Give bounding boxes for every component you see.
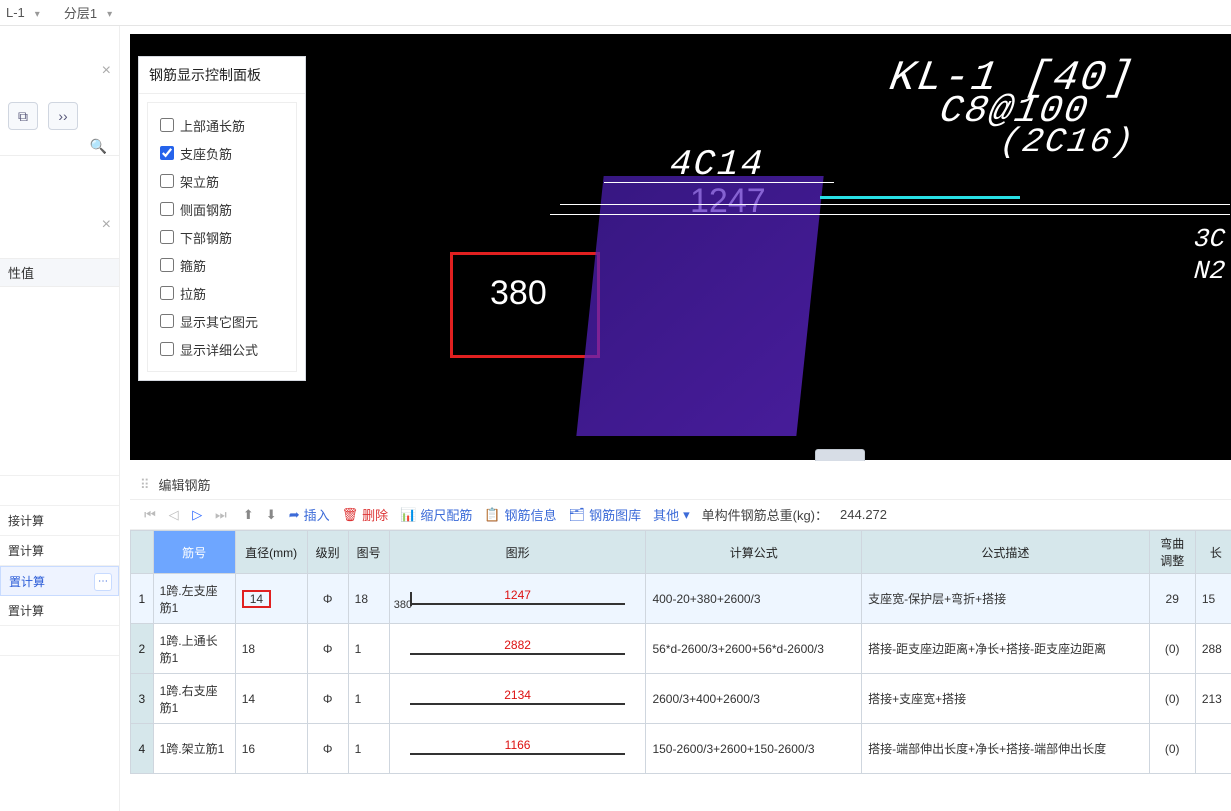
checkbox-label: 箍筋: [180, 256, 206, 275]
list-item[interactable]: 置计算: [0, 596, 119, 626]
close-icon[interactable]: ×: [102, 62, 111, 80]
list-item[interactable]: 接计算: [0, 506, 119, 536]
more-button[interactable]: ››: [48, 102, 78, 130]
checkbox-input[interactable]: [160, 118, 174, 132]
ellipsis-button[interactable]: ⋯: [94, 573, 112, 591]
table-header[interactable]: 公式描述: [862, 531, 1150, 574]
bottom-toolbar: ⏮ ◁ ▷ ⏭ ⬆ ⬇ ➦ 插入 🗑 删除 📊 缩尺配筋 📋 钢筋信息 🗂 钢筋…: [130, 500, 1231, 530]
rebar-filter-checkbox[interactable]: 显示其它图元: [160, 307, 284, 335]
checkbox-label: 架立筋: [180, 172, 219, 191]
checkbox-label: 侧面钢筋: [180, 200, 232, 219]
weight-label: 单构件钢筋总重(kg)：: [702, 505, 828, 524]
bottom-editor: ⠿ 编辑钢筋 ⏮ ◁ ▷ ⏭ ⬆ ⬇ ➦ 插入 🗑 删除 📊 缩尺配筋 📋 钢筋…: [130, 470, 1231, 811]
rebar-display-panel: 钢筋显示控制面板 上部通长筋支座负筋架立筋侧面钢筋下部钢筋箍筋拉筋显示其它图元显…: [138, 56, 306, 381]
panel-title: 钢筋显示控制面板: [139, 57, 305, 94]
rebar-filter-checkbox[interactable]: 拉筋: [160, 279, 284, 307]
layout-icon-button[interactable]: ⧉: [8, 102, 38, 130]
table-header[interactable]: 长: [1195, 531, 1231, 574]
last-icon[interactable]: ⏭: [211, 507, 231, 523]
checkbox-input[interactable]: [160, 314, 174, 328]
checkbox-label: 拉筋: [180, 284, 206, 303]
rebar-table: 筋号直径(mm)级别图号图形计算公式公式描述弯曲调整长 11跨.左支座筋114Φ…: [130, 530, 1231, 774]
close-icon-2[interactable]: ×: [102, 216, 111, 234]
nav-group: ⏮ ◁ ▷ ⏭: [140, 507, 231, 523]
layer-selector-value: 分层1: [64, 3, 97, 22]
list-item[interactable]: [0, 476, 119, 506]
info-button[interactable]: 📋 钢筋信息: [484, 505, 556, 524]
checkbox-label: 显示详细公式: [180, 340, 258, 359]
insert-button[interactable]: ➦ 插入: [289, 505, 330, 524]
component-selector-value: L-1: [6, 5, 25, 20]
label-3c: 3C: [1190, 224, 1229, 254]
label-n2: N2: [1190, 256, 1229, 286]
drag-grip-icon[interactable]: ⠿: [140, 477, 151, 493]
panel-grip[interactable]: [815, 449, 865, 461]
layer-selector[interactable]: 分层1: [58, 1, 118, 24]
properties-header: 性值: [0, 258, 119, 287]
other-dropdown[interactable]: 其他 ▾: [653, 505, 690, 524]
rebar-filter-checkbox[interactable]: 架立筋: [160, 167, 284, 195]
wire-line: [604, 182, 834, 183]
wire-line-accent: [820, 196, 1020, 199]
checkbox-input[interactable]: [160, 342, 174, 356]
wire-line: [560, 204, 1230, 205]
table-header[interactable]: 级别: [307, 531, 348, 574]
table-header[interactable]: 筋号: [153, 531, 235, 574]
checkbox-label: 显示其它图元: [180, 312, 258, 331]
library-button[interactable]: 🗂 钢筋图库: [569, 505, 642, 524]
component-selector[interactable]: L-1: [0, 3, 46, 22]
bottom-title: 编辑钢筋: [159, 475, 211, 494]
table-row[interactable]: 11跨.左支座筋114Φ183801247400-20+380+2600/3支座…: [131, 574, 1231, 624]
table-header[interactable]: 图号: [348, 531, 389, 574]
rebar-filter-checkbox[interactable]: 侧面钢筋: [160, 195, 284, 223]
list-item[interactable]: [0, 626, 119, 656]
table-row[interactable]: 41跨.架立筋116Φ11166150-2600/3+2600+150-2600…: [131, 724, 1231, 774]
scale-button[interactable]: 📊 缩尺配筋: [400, 505, 472, 524]
next-icon[interactable]: ▷: [187, 507, 207, 523]
rebar-filter-checkbox[interactable]: 支座负筋: [160, 139, 284, 167]
checkbox-input[interactable]: [160, 174, 174, 188]
dimension-380: 380: [490, 274, 547, 313]
list-item-active[interactable]: 置计算 ⋯: [0, 566, 119, 596]
checkbox-input[interactable]: [160, 202, 174, 216]
list-item[interactable]: [0, 446, 119, 476]
download-icon[interactable]: ⬇: [266, 507, 277, 523]
top-selectors: L-1 分层1: [0, 0, 1231, 26]
checkbox-input[interactable]: [160, 258, 174, 272]
checkbox-label: 支座负筋: [180, 144, 232, 163]
rebar-filter-checkbox[interactable]: 上部通长筋: [160, 111, 284, 139]
beam-section: [576, 176, 823, 436]
checkbox-label: 下部钢筋: [180, 228, 232, 247]
list-item[interactable]: 置计算: [0, 536, 119, 566]
prev-icon[interactable]: ◁: [164, 507, 184, 523]
checkbox-label: 上部通长筋: [180, 116, 245, 135]
rebar-filter-checkbox[interactable]: 箍筋: [160, 251, 284, 279]
delete-button[interactable]: 🗑 删除: [342, 505, 389, 524]
label-2c16: (2C16): [993, 124, 1141, 162]
wire-line: [550, 214, 1230, 215]
table-header[interactable]: 弯曲调整: [1149, 531, 1195, 574]
properties-list: 接计算 置计算 置计算 ⋯ 置计算: [0, 446, 119, 656]
table-header[interactable]: 图形: [389, 531, 646, 574]
checkbox-input[interactable]: [160, 230, 174, 244]
upload-icon[interactable]: ⬆: [243, 507, 254, 523]
checkbox-input[interactable]: [160, 146, 174, 160]
table-header[interactable]: 直径(mm): [235, 531, 307, 574]
rebar-filter-checkbox[interactable]: 显示详细公式: [160, 335, 284, 363]
left-panel: × ⧉ ›› 🔍 × 性值 接计算 置计算 置计算 ⋯ 置计算: [0, 26, 120, 811]
first-icon[interactable]: ⏮: [140, 507, 160, 523]
table-header[interactable]: 计算公式: [646, 531, 862, 574]
weight-value: 244.272: [840, 507, 887, 522]
table-row[interactable]: 21跨.上通长筋118Φ1288256*d-2600/3+2600+56*d-2…: [131, 624, 1231, 674]
table-row[interactable]: 31跨.右支座筋114Φ121342600/3+400+2600/3搭接+支座宽…: [131, 674, 1231, 724]
rebar-filter-checkbox[interactable]: 下部钢筋: [160, 223, 284, 251]
checkbox-input[interactable]: [160, 286, 174, 300]
list-item-label: 置计算: [9, 575, 45, 589]
search-icon[interactable]: 🔍: [90, 138, 107, 155]
